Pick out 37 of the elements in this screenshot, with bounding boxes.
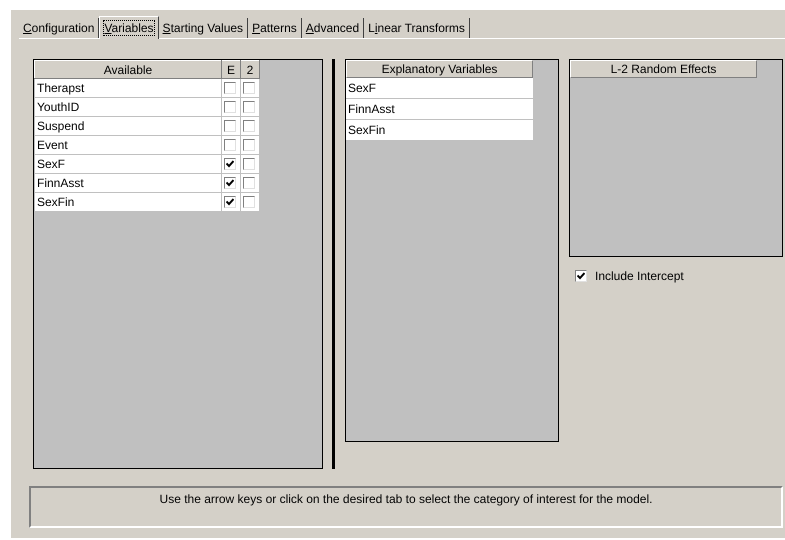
column-header: L-2 Random Effects — [570, 60, 757, 78]
table-cell: SexFin — [34, 192, 222, 212]
checkmark-icon — [226, 160, 234, 168]
column-header: 2 — [240, 60, 260, 78]
list-item[interactable]: SexF — [346, 78, 533, 99]
checkbox[interactable] — [243, 139, 255, 151]
checkbox[interactable] — [224, 196, 236, 208]
list-item[interactable]: SexFin — [346, 120, 533, 141]
checkbox[interactable] — [243, 101, 255, 113]
tab[interactable]: Variables — [99, 16, 159, 39]
table-cell: Therapst — [34, 78, 222, 98]
status-bar: Use the arrow keys or click on the desired tab to select the category of interest for the model. — [29, 486, 783, 528]
checkbox[interactable] — [243, 82, 255, 94]
checkbox[interactable] — [243, 158, 255, 170]
table-cell: Suspend — [34, 116, 222, 136]
checkmark-icon — [577, 272, 585, 280]
checkbox[interactable] — [224, 158, 236, 170]
column-header: Available — [34, 60, 222, 78]
checkmark-icon — [226, 179, 234, 187]
table-cell: FinnAsst — [34, 174, 222, 192]
checkbox-label: Include Intercept — [595, 269, 684, 283]
list-item[interactable]: FinnAsst — [346, 99, 533, 120]
table-cell: SexF — [34, 154, 222, 174]
checkbox[interactable] — [243, 196, 255, 208]
checkbox[interactable] — [224, 139, 236, 151]
table-cell: YouthID — [34, 98, 222, 116]
checkbox[interactable] — [243, 177, 255, 189]
checkbox[interactable] — [243, 120, 255, 132]
column-header: Explanatory Variables — [346, 60, 533, 78]
checkbox[interactable] — [575, 270, 587, 282]
checkbox[interactable] — [224, 120, 236, 132]
checkbox[interactable] — [224, 177, 236, 189]
column-header: E — [222, 60, 240, 78]
table-cell: Event — [34, 136, 222, 154]
checkbox[interactable] — [224, 101, 236, 113]
checkmark-icon — [226, 198, 234, 206]
checkbox[interactable] — [224, 82, 236, 94]
